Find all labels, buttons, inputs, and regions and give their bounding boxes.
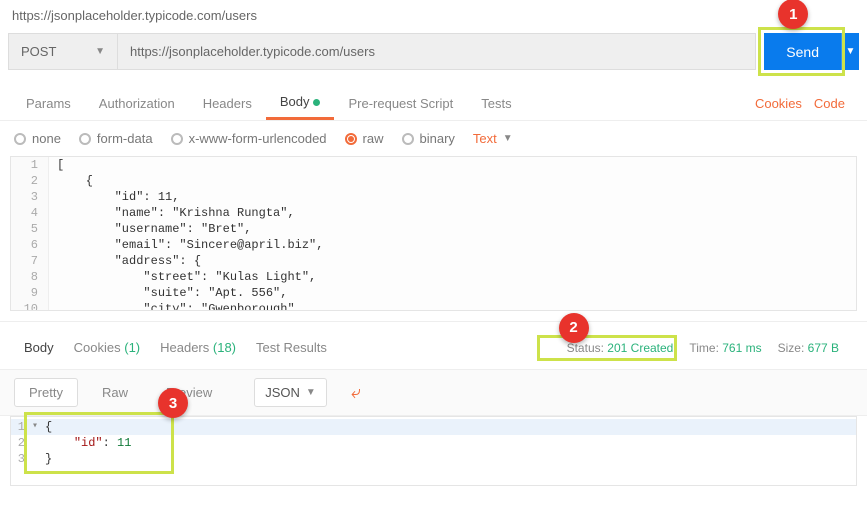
radio-xwww-label: x-www-form-urlencoded	[189, 131, 327, 146]
body-text-label: Text	[473, 131, 497, 146]
tab-params[interactable]: Params	[12, 88, 85, 119]
send-dropdown-button[interactable]: ▼	[841, 33, 859, 70]
chevron-down-icon: ▼	[95, 46, 105, 57]
request-url-label: https://jsonplaceholder.typicode.com/use…	[0, 0, 867, 27]
headers-count: (18)	[213, 340, 236, 355]
radio-binary[interactable]: binary	[402, 131, 455, 146]
radio-formdata-label: form-data	[97, 131, 153, 146]
cookies-count: (1)	[124, 340, 140, 355]
radio-none[interactable]: none	[14, 131, 61, 146]
radio-xwww[interactable]: x-www-form-urlencoded	[171, 131, 327, 146]
resp-line-1: {	[41, 419, 52, 435]
code-line: 2 {	[11, 173, 856, 189]
code-line: 6 "email": "Sincere@april.biz",	[11, 237, 856, 253]
code-line: 1[	[11, 157, 856, 173]
request-bar: POST ▼ https://jsonplaceholder.typicode.…	[0, 27, 867, 76]
chevron-down-icon: ▼	[306, 387, 316, 398]
method-select[interactable]: POST ▼	[8, 33, 118, 70]
resp-tab-cookies[interactable]: Cookies (1)	[64, 334, 150, 361]
body-type-radios: none form-data x-www-form-urlencoded raw…	[0, 121, 867, 156]
status-label: Status:	[567, 341, 604, 355]
annotation-badge: 2	[559, 313, 589, 343]
annotation-badge: 3	[158, 388, 188, 418]
code-link[interactable]: Code	[814, 96, 845, 111]
view-raw[interactable]: Raw	[88, 379, 142, 406]
code-line: 5 "username": "Bret",	[11, 221, 856, 237]
time-label: Time:	[689, 341, 719, 355]
code-line: 8 "street": "Kulas Light",	[11, 269, 856, 285]
response-meta: 2 Status: 201 Created Time: 761 ms Size:…	[567, 341, 853, 355]
resp-tab-cookies-label: Cookies	[74, 340, 121, 355]
radio-formdata[interactable]: form-data	[79, 131, 153, 146]
method-value: POST	[21, 44, 56, 59]
code-line: 7 "address": {	[11, 253, 856, 269]
fold-icon[interactable]: ▾	[29, 419, 41, 435]
resp-tab-headers[interactable]: Headers (18)	[150, 334, 246, 361]
radio-raw[interactable]: raw	[345, 131, 384, 146]
code-line: 10 "city": "Gwenborough",	[11, 301, 856, 311]
radio-raw-label: raw	[363, 131, 384, 146]
tab-authorization[interactable]: Authorization	[85, 88, 189, 119]
send-button[interactable]: Send	[764, 33, 841, 70]
url-input[interactable]: https://jsonplaceholder.typicode.com/use…	[118, 33, 756, 70]
radio-binary-label: binary	[420, 131, 455, 146]
response-format-dropdown[interactable]: JSON ▼	[254, 378, 327, 407]
resp-val: 11	[117, 436, 131, 450]
tab-headers[interactable]: Headers	[189, 88, 266, 119]
code-line: 4 "name": "Krishna Rungta",	[11, 205, 856, 221]
radio-none-label: none	[32, 131, 61, 146]
tab-prerequest[interactable]: Pre-request Script	[334, 88, 467, 119]
view-pretty[interactable]: Pretty	[14, 378, 78, 407]
response-tabs: Body Cookies (1) Headers (18) Test Resul…	[0, 321, 867, 369]
resp-key: "id"	[74, 436, 103, 450]
status-value: 201 Created	[607, 341, 673, 355]
request-body-editor[interactable]: 1[2 {3 "id": 11,4 "name": "Krishna Rungt…	[10, 156, 857, 311]
response-body[interactable]: 1▾{ 2 "id": 11 3}	[10, 416, 857, 486]
size-label: Size:	[778, 341, 805, 355]
body-text-dropdown[interactable]: Text ▼	[473, 131, 513, 146]
json-label: JSON	[265, 385, 300, 400]
tab-body-label: Body	[280, 94, 310, 109]
modified-dot-icon	[313, 99, 320, 106]
chevron-down-icon: ▼	[503, 133, 513, 144]
size-value: 677 B	[808, 341, 839, 355]
resp-tab-body[interactable]: Body	[14, 334, 64, 361]
response-view-row: Pretty Raw Preview JSON▼ ⤶	[0, 369, 867, 416]
resp-tab-testresults[interactable]: Test Results	[246, 334, 337, 361]
request-tabs: Params Authorization Headers Body Pre-re…	[0, 76, 867, 121]
tab-tests[interactable]: Tests	[467, 88, 525, 119]
resp-line-3: }	[41, 451, 52, 467]
wrap-lines-icon[interactable]: ⤶	[351, 382, 361, 403]
code-line: 3 "id": 11,	[11, 189, 856, 205]
time-value: 761 ms	[722, 341, 761, 355]
resp-tab-headers-label: Headers	[160, 340, 209, 355]
resp-sep: :	[103, 436, 117, 450]
cookies-link[interactable]: Cookies	[755, 96, 802, 111]
code-line: 9 "suite": "Apt. 556",	[11, 285, 856, 301]
tab-body[interactable]: Body	[266, 86, 335, 120]
